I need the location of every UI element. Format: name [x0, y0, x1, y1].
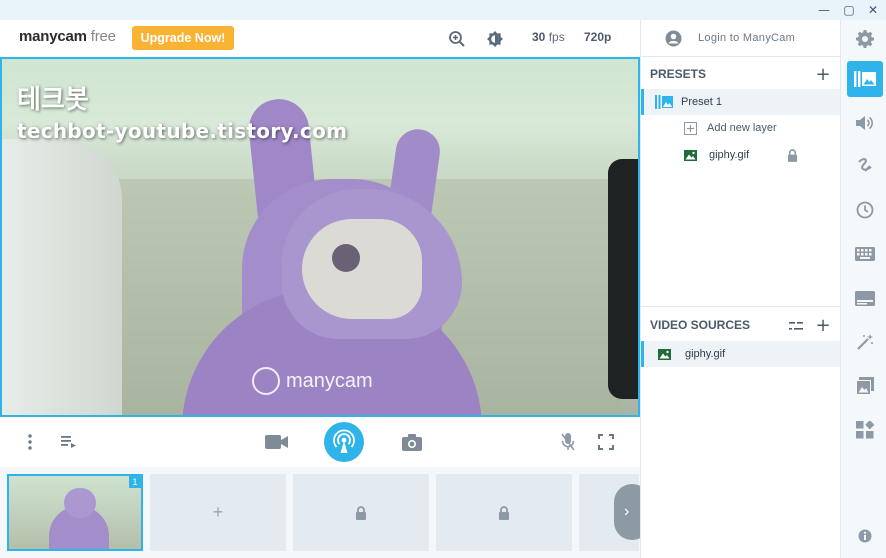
thumbnail-badge: 1	[129, 476, 141, 488]
login-button[interactable]: Login to ManyCam	[641, 20, 841, 57]
preset-icon	[655, 95, 673, 109]
audio-icon	[856, 116, 873, 130]
overlay-brand: manycam	[286, 369, 373, 392]
minimize-button[interactable]: —	[812, 0, 836, 20]
presets-tab[interactable]	[847, 61, 883, 97]
preset-item[interactable]: Preset 1	[641, 89, 840, 115]
close-button[interactable]: ✕	[861, 0, 885, 20]
fps-selector[interactable]: 30 fps	[532, 30, 565, 44]
mic-icon[interactable]	[559, 432, 577, 452]
close-icon: ✕	[867, 3, 879, 17]
watermark-url: techbot-youtube.tistory.com	[17, 119, 348, 143]
thumbnail-add[interactable]: +	[150, 474, 286, 551]
user-icon	[665, 30, 682, 47]
lower-thirds-tab[interactable]	[847, 280, 883, 316]
alpaca-eye	[332, 244, 360, 272]
zoom-in-icon[interactable]	[447, 29, 467, 49]
fps-value: 30	[532, 30, 546, 44]
playlist-icon[interactable]	[60, 433, 78, 451]
add-layer-item[interactable]: Add new layer	[641, 115, 840, 141]
keyboard-tab[interactable]	[847, 236, 883, 272]
add-layer-label: Add new layer	[707, 122, 777, 134]
image-icon	[658, 348, 671, 360]
info-icon	[858, 529, 872, 543]
settings-button[interactable]	[847, 21, 883, 57]
source-name: giphy.gif	[685, 348, 726, 360]
snapshot-icon[interactable]	[401, 432, 423, 452]
manycam-logo-icon	[252, 367, 280, 395]
add-source-button[interactable]: +	[815, 315, 831, 336]
layer-item[interactable]: giphy.gif	[641, 142, 840, 168]
layer-name: giphy.gif	[709, 149, 750, 161]
maximize-button[interactable]: ▢	[837, 0, 861, 20]
brightness-icon[interactable]	[485, 29, 505, 49]
upgrade-button[interactable]: Upgrade Now!	[132, 26, 234, 50]
logo-main: manycam	[19, 28, 87, 45]
alpaca-face	[302, 219, 422, 319]
right-panel: Login to ManyCam PRESETS + Preset 1 Add …	[640, 20, 841, 558]
presets-icon	[854, 71, 876, 87]
widgets-tab[interactable]	[847, 412, 883, 448]
thumbnail-locked[interactable]	[293, 474, 429, 551]
preset-name: Preset 1	[681, 96, 722, 108]
keyboard-icon	[855, 247, 875, 261]
add-preset-button[interactable]: +	[815, 64, 831, 85]
drawing-tab[interactable]	[847, 148, 883, 184]
maximize-icon: ▢	[843, 3, 855, 17]
section-divider	[641, 306, 840, 307]
login-label: Login to ManyCam	[698, 32, 796, 44]
lower-thirds-icon	[855, 290, 875, 306]
sources-settings-icon[interactable]	[788, 318, 804, 334]
preset-thumbnails: 1 + ›	[0, 467, 640, 558]
thumbnail-locked[interactable]	[436, 474, 572, 551]
chevron-right-icon: ›	[624, 503, 630, 520]
thumbnail-active[interactable]: 1	[7, 474, 143, 551]
thumbnail-preview	[64, 488, 96, 518]
fps-unit: fps	[548, 30, 565, 44]
video-sources-title: VIDEO SOURCES	[650, 318, 751, 332]
minimize-icon: —	[818, 3, 830, 17]
presets-title: PRESETS	[650, 67, 707, 81]
next-thumbnails-button[interactable]: ›	[614, 484, 640, 540]
images-icon	[856, 377, 874, 395]
video-preview[interactable]: 테크봇 techbot-youtube.tistory.com manycam	[0, 57, 640, 417]
fullscreen-icon[interactable]	[597, 432, 615, 452]
background-object	[608, 159, 638, 399]
top-header: manycam free Upgrade Now! 30 fps 720p	[0, 20, 640, 57]
lock-icon	[499, 505, 509, 520]
audio-tab[interactable]	[847, 105, 883, 141]
widgets-icon	[856, 421, 874, 439]
effects-tab[interactable]	[847, 324, 883, 360]
add-layer-icon	[684, 121, 697, 135]
logo-suffix: free	[90, 28, 116, 45]
resolution-selector[interactable]: 720p	[584, 30, 611, 44]
icon-rail	[840, 20, 886, 558]
effects-icon	[857, 334, 873, 350]
broadcast-icon	[333, 429, 355, 453]
image-icon	[684, 149, 697, 161]
video-source-item[interactable]: giphy.gif	[641, 341, 840, 367]
images-tab[interactable]	[847, 368, 883, 404]
add-icon: +	[212, 502, 224, 522]
drawing-icon	[858, 158, 872, 172]
background-curtain	[2, 139, 122, 415]
broadcast-button[interactable]	[324, 422, 364, 462]
title-bar: — ▢ ✕	[0, 0, 886, 20]
watermark-korean: 테크봇	[17, 85, 89, 115]
lock-icon	[787, 149, 798, 162]
lock-icon	[356, 505, 366, 520]
camera-icon[interactable]	[264, 432, 290, 452]
app-logo: manycam free	[19, 28, 116, 45]
control-bar	[0, 417, 640, 467]
resolution-value: 720p	[584, 30, 612, 44]
more-vertical-icon[interactable]	[22, 432, 38, 452]
info-button[interactable]	[847, 518, 883, 554]
history-tab[interactable]	[847, 192, 883, 228]
gear-icon	[856, 30, 874, 48]
history-icon	[856, 201, 874, 219]
manycam-overlay-logo: manycam	[252, 367, 373, 395]
